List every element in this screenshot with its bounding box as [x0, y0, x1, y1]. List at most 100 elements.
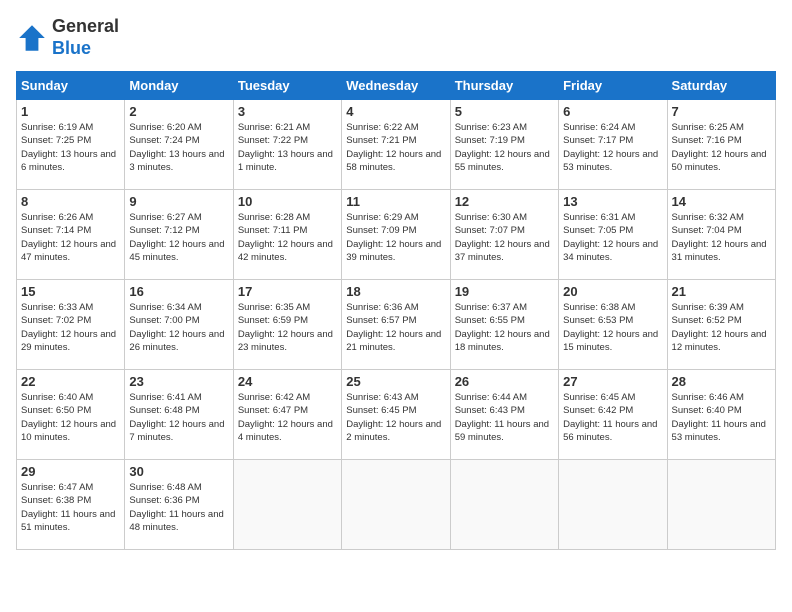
calendar-cell: 2 Sunrise: 6:20 AM Sunset: 7:24 PM Dayli…	[125, 100, 233, 190]
calendar-cell: 11 Sunrise: 6:29 AM Sunset: 7:09 PM Dayl…	[342, 190, 450, 280]
calendar-cell: 29 Sunrise: 6:47 AM Sunset: 6:38 PM Dayl…	[17, 460, 125, 550]
logo-icon	[16, 22, 48, 54]
day-number: 9	[129, 194, 228, 209]
day-info: Sunrise: 6:47 AM Sunset: 6:38 PM Dayligh…	[21, 481, 120, 534]
day-info: Sunrise: 6:42 AM Sunset: 6:47 PM Dayligh…	[238, 391, 337, 444]
day-number: 23	[129, 374, 228, 389]
day-info: Sunrise: 6:24 AM Sunset: 7:17 PM Dayligh…	[563, 121, 662, 174]
day-number: 17	[238, 284, 337, 299]
calendar-cell	[342, 460, 450, 550]
calendar-cell: 28 Sunrise: 6:46 AM Sunset: 6:40 PM Dayl…	[667, 370, 775, 460]
day-info: Sunrise: 6:31 AM Sunset: 7:05 PM Dayligh…	[563, 211, 662, 264]
logo-line1: General	[52, 16, 119, 38]
day-number: 8	[21, 194, 120, 209]
day-info: Sunrise: 6:19 AM Sunset: 7:25 PM Dayligh…	[21, 121, 120, 174]
calendar-cell: 24 Sunrise: 6:42 AM Sunset: 6:47 PM Dayl…	[233, 370, 341, 460]
calendar-cell	[559, 460, 667, 550]
day-number: 1	[21, 104, 120, 119]
calendar-cell: 7 Sunrise: 6:25 AM Sunset: 7:16 PM Dayli…	[667, 100, 775, 190]
day-info: Sunrise: 6:26 AM Sunset: 7:14 PM Dayligh…	[21, 211, 120, 264]
calendar-cell: 6 Sunrise: 6:24 AM Sunset: 7:17 PM Dayli…	[559, 100, 667, 190]
day-number: 27	[563, 374, 662, 389]
day-info: Sunrise: 6:29 AM Sunset: 7:09 PM Dayligh…	[346, 211, 445, 264]
day-number: 6	[563, 104, 662, 119]
day-info: Sunrise: 6:20 AM Sunset: 7:24 PM Dayligh…	[129, 121, 228, 174]
calendar-week-5: 29 Sunrise: 6:47 AM Sunset: 6:38 PM Dayl…	[17, 460, 776, 550]
calendar-cell: 21 Sunrise: 6:39 AM Sunset: 6:52 PM Dayl…	[667, 280, 775, 370]
day-info: Sunrise: 6:41 AM Sunset: 6:48 PM Dayligh…	[129, 391, 228, 444]
day-number: 28	[672, 374, 771, 389]
day-number: 7	[672, 104, 771, 119]
day-info: Sunrise: 6:37 AM Sunset: 6:55 PM Dayligh…	[455, 301, 554, 354]
day-info: Sunrise: 6:34 AM Sunset: 7:00 PM Dayligh…	[129, 301, 228, 354]
calendar-week-3: 15 Sunrise: 6:33 AM Sunset: 7:02 PM Dayl…	[17, 280, 776, 370]
weekday-header-monday: Monday	[125, 72, 233, 100]
day-number: 22	[21, 374, 120, 389]
weekday-header-thursday: Thursday	[450, 72, 558, 100]
calendar-cell: 22 Sunrise: 6:40 AM Sunset: 6:50 PM Dayl…	[17, 370, 125, 460]
day-info: Sunrise: 6:46 AM Sunset: 6:40 PM Dayligh…	[672, 391, 771, 444]
day-number: 24	[238, 374, 337, 389]
calendar-cell: 30 Sunrise: 6:48 AM Sunset: 6:36 PM Dayl…	[125, 460, 233, 550]
calendar-table: SundayMondayTuesdayWednesdayThursdayFrid…	[16, 71, 776, 550]
weekday-header-wednesday: Wednesday	[342, 72, 450, 100]
day-info: Sunrise: 6:40 AM Sunset: 6:50 PM Dayligh…	[21, 391, 120, 444]
day-number: 25	[346, 374, 445, 389]
day-number: 20	[563, 284, 662, 299]
calendar-cell: 12 Sunrise: 6:30 AM Sunset: 7:07 PM Dayl…	[450, 190, 558, 280]
weekday-header-saturday: Saturday	[667, 72, 775, 100]
calendar-cell: 3 Sunrise: 6:21 AM Sunset: 7:22 PM Dayli…	[233, 100, 341, 190]
calendar-cell: 19 Sunrise: 6:37 AM Sunset: 6:55 PM Dayl…	[450, 280, 558, 370]
day-number: 19	[455, 284, 554, 299]
calendar-week-4: 22 Sunrise: 6:40 AM Sunset: 6:50 PM Dayl…	[17, 370, 776, 460]
day-info: Sunrise: 6:43 AM Sunset: 6:45 PM Dayligh…	[346, 391, 445, 444]
day-info: Sunrise: 6:35 AM Sunset: 6:59 PM Dayligh…	[238, 301, 337, 354]
day-info: Sunrise: 6:28 AM Sunset: 7:11 PM Dayligh…	[238, 211, 337, 264]
day-info: Sunrise: 6:39 AM Sunset: 6:52 PM Dayligh…	[672, 301, 771, 354]
day-number: 13	[563, 194, 662, 209]
day-number: 15	[21, 284, 120, 299]
day-number: 10	[238, 194, 337, 209]
calendar-week-1: 1 Sunrise: 6:19 AM Sunset: 7:25 PM Dayli…	[17, 100, 776, 190]
calendar-cell	[667, 460, 775, 550]
day-info: Sunrise: 6:23 AM Sunset: 7:19 PM Dayligh…	[455, 121, 554, 174]
weekday-header-tuesday: Tuesday	[233, 72, 341, 100]
calendar-cell: 5 Sunrise: 6:23 AM Sunset: 7:19 PM Dayli…	[450, 100, 558, 190]
weekday-header-friday: Friday	[559, 72, 667, 100]
day-info: Sunrise: 6:44 AM Sunset: 6:43 PM Dayligh…	[455, 391, 554, 444]
day-info: Sunrise: 6:38 AM Sunset: 6:53 PM Dayligh…	[563, 301, 662, 354]
calendar-week-2: 8 Sunrise: 6:26 AM Sunset: 7:14 PM Dayli…	[17, 190, 776, 280]
day-info: Sunrise: 6:48 AM Sunset: 6:36 PM Dayligh…	[129, 481, 228, 534]
calendar-cell: 18 Sunrise: 6:36 AM Sunset: 6:57 PM Dayl…	[342, 280, 450, 370]
weekday-header-sunday: Sunday	[17, 72, 125, 100]
logo-line2: Blue	[52, 38, 119, 60]
day-number: 29	[21, 464, 120, 479]
day-info: Sunrise: 6:25 AM Sunset: 7:16 PM Dayligh…	[672, 121, 771, 174]
day-number: 18	[346, 284, 445, 299]
calendar-cell: 4 Sunrise: 6:22 AM Sunset: 7:21 PM Dayli…	[342, 100, 450, 190]
day-info: Sunrise: 6:33 AM Sunset: 7:02 PM Dayligh…	[21, 301, 120, 354]
day-info: Sunrise: 6:21 AM Sunset: 7:22 PM Dayligh…	[238, 121, 337, 174]
day-info: Sunrise: 6:45 AM Sunset: 6:42 PM Dayligh…	[563, 391, 662, 444]
calendar-cell: 27 Sunrise: 6:45 AM Sunset: 6:42 PM Dayl…	[559, 370, 667, 460]
day-info: Sunrise: 6:30 AM Sunset: 7:07 PM Dayligh…	[455, 211, 554, 264]
day-number: 16	[129, 284, 228, 299]
calendar-cell: 23 Sunrise: 6:41 AM Sunset: 6:48 PM Dayl…	[125, 370, 233, 460]
calendar-cell: 10 Sunrise: 6:28 AM Sunset: 7:11 PM Dayl…	[233, 190, 341, 280]
page-header: General Blue	[16, 16, 776, 59]
day-number: 12	[455, 194, 554, 209]
day-number: 11	[346, 194, 445, 209]
calendar-cell: 8 Sunrise: 6:26 AM Sunset: 7:14 PM Dayli…	[17, 190, 125, 280]
calendar-cell	[450, 460, 558, 550]
day-number: 5	[455, 104, 554, 119]
calendar-cell: 15 Sunrise: 6:33 AM Sunset: 7:02 PM Dayl…	[17, 280, 125, 370]
day-number: 14	[672, 194, 771, 209]
day-info: Sunrise: 6:22 AM Sunset: 7:21 PM Dayligh…	[346, 121, 445, 174]
calendar-cell: 25 Sunrise: 6:43 AM Sunset: 6:45 PM Dayl…	[342, 370, 450, 460]
day-number: 4	[346, 104, 445, 119]
calendar-cell: 16 Sunrise: 6:34 AM Sunset: 7:00 PM Dayl…	[125, 280, 233, 370]
day-number: 3	[238, 104, 337, 119]
day-number: 30	[129, 464, 228, 479]
calendar-cell: 20 Sunrise: 6:38 AM Sunset: 6:53 PM Dayl…	[559, 280, 667, 370]
calendar-cell: 13 Sunrise: 6:31 AM Sunset: 7:05 PM Dayl…	[559, 190, 667, 280]
